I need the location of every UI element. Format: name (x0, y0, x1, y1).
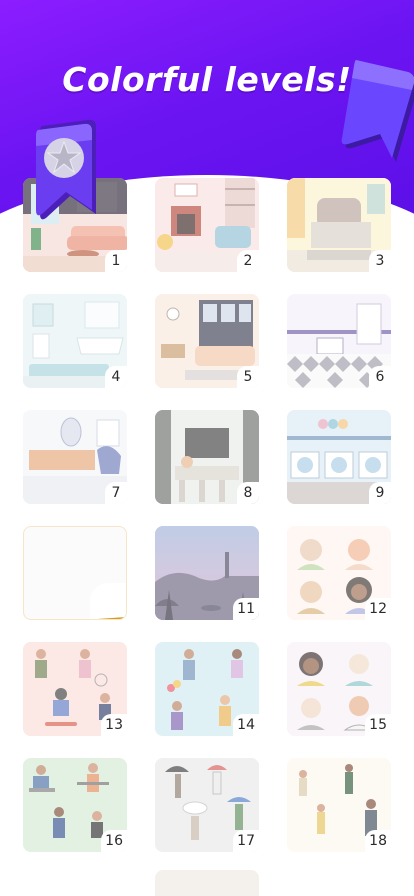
bookmark-icon (341, 60, 414, 162)
level-number: 15 (365, 714, 391, 736)
level-number: 16 (101, 830, 127, 852)
level-number: 4 (105, 366, 127, 388)
level-tile[interactable]: 8 (155, 410, 259, 504)
level-number: 12 (365, 598, 391, 620)
level-tile[interactable]: 17 (155, 758, 259, 852)
star-icon (98, 616, 126, 619)
level-tile-partial (155, 870, 259, 896)
level-number: 13 (101, 714, 127, 736)
level-tile[interactable]: 13 (23, 642, 127, 736)
level-tile[interactable]: 18 (287, 758, 391, 852)
level-tile[interactable]: 5 (155, 294, 259, 388)
level-number: 9 (369, 482, 391, 504)
level-tile[interactable]: 15 (287, 642, 391, 736)
level-number: 8 (237, 482, 259, 504)
level-number: 3 (369, 250, 391, 272)
level-tile[interactable]: 3 (287, 178, 391, 272)
level-tile[interactable]: 9 (287, 410, 391, 504)
level-tile-locked[interactable] (23, 526, 127, 620)
star-badge[interactable] (90, 583, 126, 619)
level-tile[interactable]: 6 (287, 294, 391, 388)
level-number: 2 (237, 250, 259, 272)
level-number: 11 (233, 598, 259, 620)
level-tile[interactable]: 11 (155, 526, 259, 620)
level-tile[interactable]: 16 (23, 758, 127, 852)
level-number: 18 (365, 830, 391, 852)
level-number: 17 (233, 830, 259, 852)
level-number: 7 (105, 482, 127, 504)
level-number: 5 (237, 366, 259, 388)
level-tile[interactable]: 4 (23, 294, 127, 388)
level-tile[interactable]: 2 (155, 178, 259, 272)
level-tile[interactable]: 7 (23, 410, 127, 504)
level-tile[interactable]: 12 (287, 526, 391, 620)
level-number: 14 (233, 714, 259, 736)
level-number: 1 (105, 250, 127, 272)
level-number: 6 (369, 366, 391, 388)
level-tile[interactable]: 14 (155, 642, 259, 736)
bookmark-star-icon (36, 119, 96, 220)
